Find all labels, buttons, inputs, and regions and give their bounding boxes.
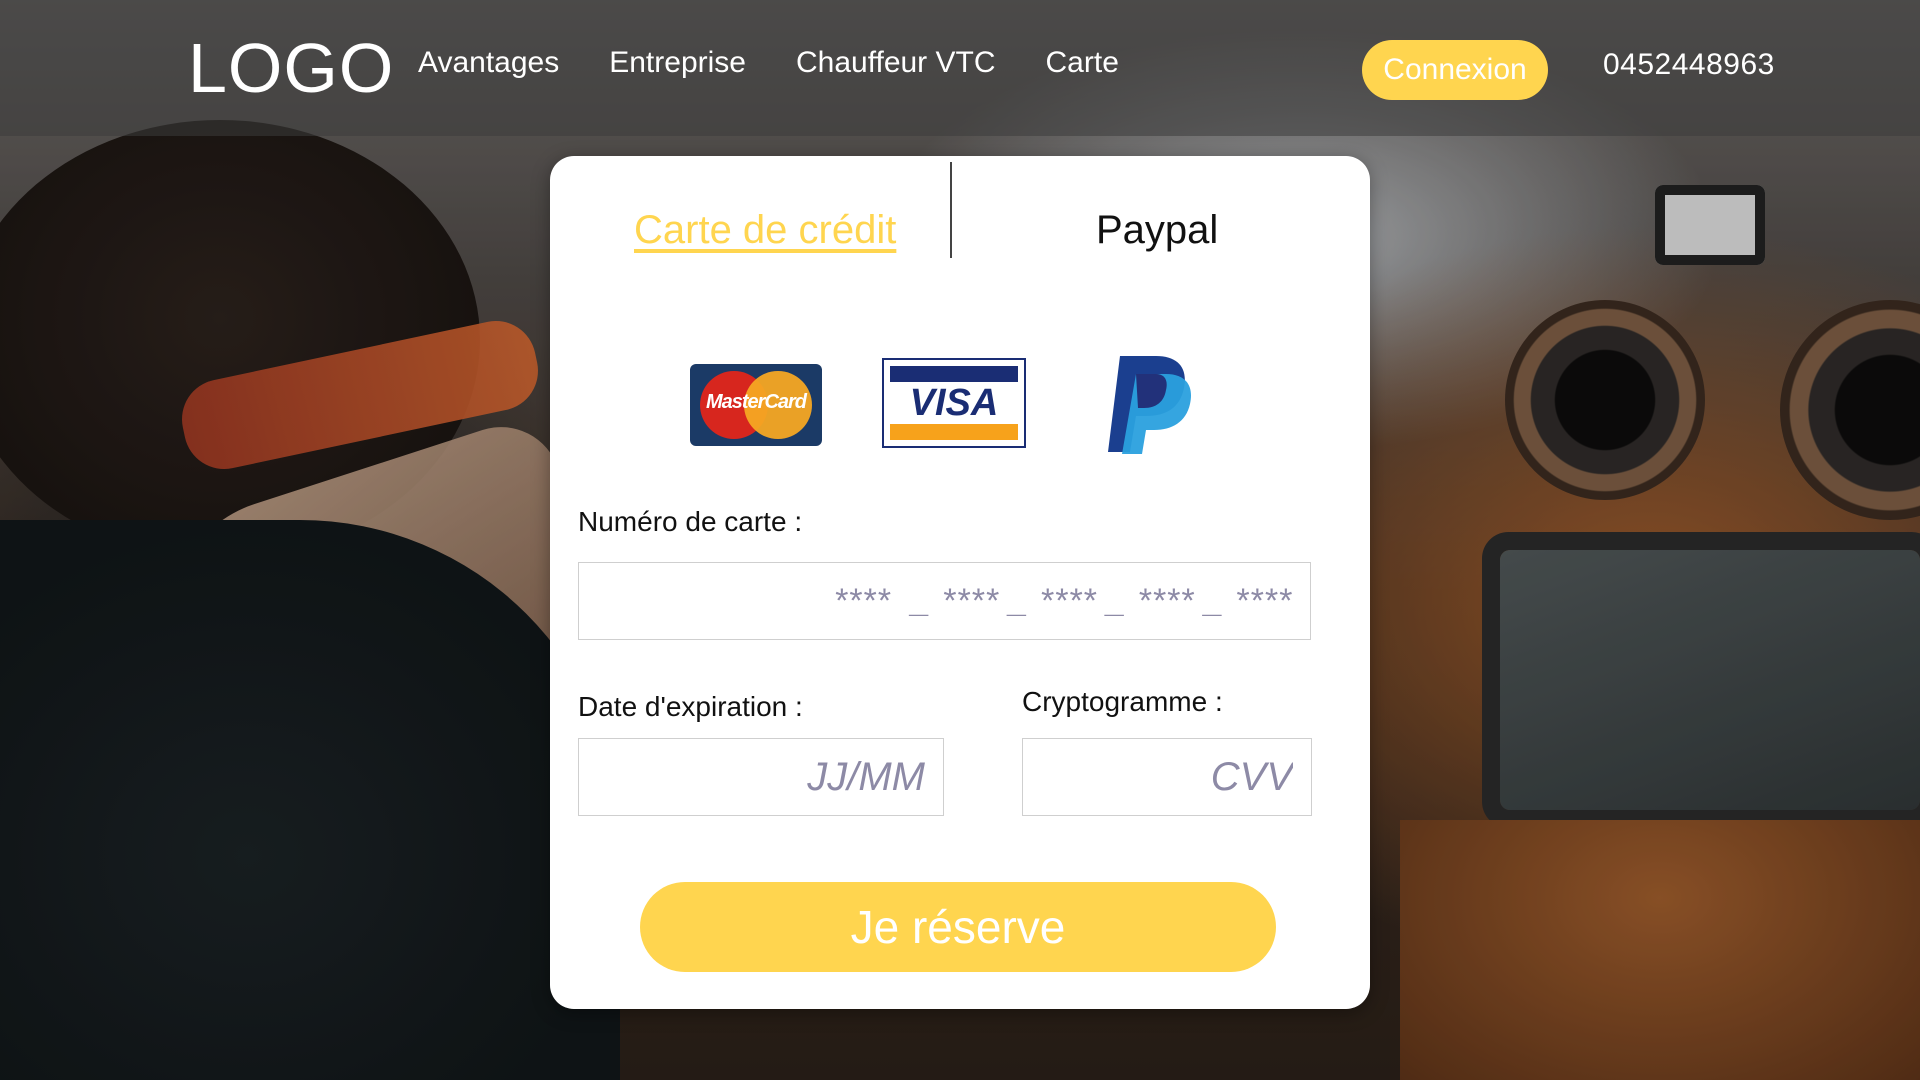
phone-number: 0452448963	[1603, 48, 1775, 81]
login-button[interactable]: Connexion	[1362, 40, 1548, 100]
card-number-label: Numéro de carte :	[578, 506, 803, 537]
visa-logo-text: VISA	[909, 382, 999, 424]
cvv-field	[1022, 738, 1312, 816]
payment-card: Carte de crédit Paypal MasterCard VISA N…	[550, 156, 1370, 1009]
main-menu: Avantages Entreprise Chauffeur VTC Carte	[418, 46, 1169, 80]
site-logo[interactable]: LOGO	[188, 28, 394, 108]
tab-paypal[interactable]: Paypal	[1096, 208, 1218, 253]
nav-link-avantages[interactable]: Avantages	[418, 46, 559, 80]
expiry-label: Date d'expiration :	[578, 691, 803, 722]
tab-credit-card[interactable]: Carte de crédit	[634, 208, 896, 253]
nav-link-entreprise[interactable]: Entreprise	[609, 46, 746, 80]
cvv-label: Cryptogramme :	[1022, 686, 1223, 717]
card-number-input[interactable]	[579, 563, 1310, 639]
cvv-input[interactable]	[1023, 739, 1311, 815]
nav-link-chauffeur-vtc[interactable]: Chauffeur VTC	[796, 46, 996, 80]
expiry-field	[578, 738, 944, 816]
nav-link-carte[interactable]: Carte	[1046, 46, 1119, 80]
visa-logo: VISA	[882, 358, 1026, 448]
card-number-field	[578, 562, 1311, 640]
paypal-icon	[1106, 352, 1196, 456]
reserve-button[interactable]: Je réserve	[640, 882, 1276, 972]
mastercard-logo: MasterCard	[690, 364, 822, 446]
top-navbar: LOGO Avantages Entreprise Chauffeur VTC …	[0, 0, 1920, 136]
expiry-input[interactable]	[579, 739, 943, 815]
mastercard-logo-text: MasterCard	[705, 391, 807, 413]
tab-divider	[950, 162, 952, 258]
